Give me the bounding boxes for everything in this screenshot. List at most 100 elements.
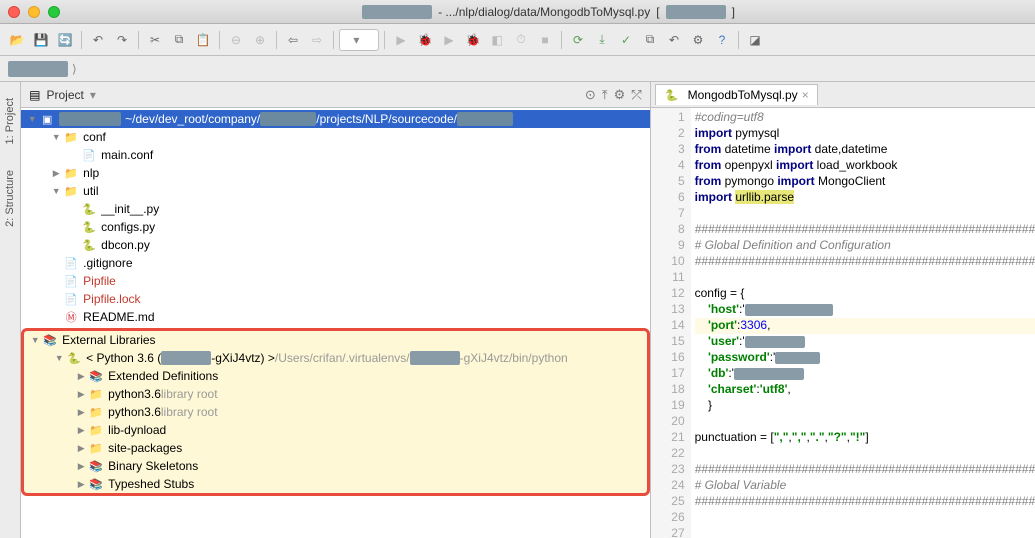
tree-binary-skeletons[interactable]: ▶ 📚 Binary Skeletons — [24, 457, 646, 475]
panel-settings-button[interactable]: ⚙ — [614, 87, 626, 103]
stop-button[interactable]: ■ — [534, 29, 556, 51]
chevron-right-icon[interactable]: ▶ — [74, 407, 88, 418]
redo-button[interactable]: ↷ — [111, 29, 133, 51]
project-icon: ▤ — [29, 88, 40, 102]
chevron-down-icon[interactable]: ▼ — [25, 114, 39, 124]
scroll-to-source-button[interactable]: ⊙ — [585, 87, 596, 103]
title-path: - .../nlp/dialog/data/MongodbToMysql.py — [438, 5, 650, 19]
tree-extended-definitions[interactable]: ▶ 📚 Extended Definitions — [24, 367, 646, 385]
project-panel: ▤ Project ▾ ⊙ ⤒ ⚙ ⤱ ▼ ▣ ~/dev/dev_root/c… — [21, 82, 650, 538]
chevron-down-icon[interactable]: ▼ — [49, 186, 63, 196]
breadcrumb-chevron-icon: ⟩ — [72, 62, 77, 76]
chevron-right-icon[interactable]: ▶ — [49, 168, 63, 179]
tree-init-py[interactable]: 🐍 __init__.py — [21, 200, 649, 218]
code-editor[interactable]: 1234567891011121314151617181920212223242… — [651, 108, 1035, 538]
file-tabs: 🐍 MongodbToMysql.py × — [651, 82, 1035, 108]
main-area: 1: Project 2: Structure ▤ Project ▾ ⊙ ⤒ … — [0, 82, 1035, 538]
paste-button[interactable]: 📋 — [192, 29, 214, 51]
help-button[interactable]: ? — [711, 29, 733, 51]
tree-nlp-folder[interactable]: ▶ 📁 nlp — [21, 164, 649, 182]
vcs-update-button[interactable]: ⤓ — [591, 29, 613, 51]
settings-button[interactable]: ⚙ — [687, 29, 709, 51]
library-icon: 📚 — [88, 460, 104, 473]
tree-lib-dynload[interactable]: ▶ 📁 lib-dynload — [24, 421, 646, 439]
vcs-commit-button[interactable]: ✓ — [615, 29, 637, 51]
redacted-title-part — [362, 5, 432, 19]
redacted-path-mid — [260, 112, 316, 126]
redacted-breadcrumb — [8, 61, 68, 77]
chevron-right-icon[interactable]: ▶ — [74, 461, 88, 472]
debug2-button[interactable]: 🐞 — [462, 29, 484, 51]
tab-project[interactable]: 1: Project — [2, 90, 18, 152]
minimize-window-button[interactable] — [28, 6, 40, 18]
left-tool-tabs: 1: Project 2: Structure — [0, 82, 21, 538]
project-tree[interactable]: ▼ ▣ ~/dev/dev_root/company/ /projects/NL… — [21, 108, 649, 538]
profile-button[interactable]: ⏱ — [510, 29, 532, 51]
tree-python36-lib2[interactable]: ▶ 📁 python3.6 library root — [24, 403, 646, 421]
file-icon: 📄 — [63, 293, 79, 306]
chevron-right-icon[interactable]: ▶ — [74, 389, 88, 400]
folder-icon: 📁 — [63, 131, 79, 144]
cut-button[interactable]: ✂ — [144, 29, 166, 51]
vcs-history-button[interactable]: ⧉ — [639, 29, 661, 51]
open-button[interactable]: 📂 — [6, 29, 28, 51]
copy-button[interactable]: ⧉ — [168, 29, 190, 51]
root-path-prefix: ~/dev/dev_root/company/ — [125, 112, 260, 126]
tab-structure[interactable]: 2: Structure — [2, 162, 18, 235]
forward-button[interactable]: ⇨ — [306, 29, 328, 51]
file-icon: 📄 — [63, 275, 79, 288]
back-button[interactable]: ⇦ — [282, 29, 304, 51]
vcs-button[interactable]: ⟳ — [567, 29, 589, 51]
zoom-out-button[interactable]: ⊖ — [225, 29, 247, 51]
vcs-revert-button[interactable]: ↶ — [663, 29, 685, 51]
close-tab-button[interactable]: × — [802, 88, 809, 102]
collapse-all-button[interactable]: ⤒ — [602, 87, 608, 103]
chevron-right-icon[interactable]: ▶ — [74, 479, 88, 490]
chevron-right-icon[interactable]: ▶ — [74, 443, 88, 454]
tree-configs-py[interactable]: 🐍 configs.py — [21, 218, 649, 236]
tree-python36[interactable]: ▼ 🐍 < Python 3.6 ( -gXiJ4vtz) > /Users/c… — [24, 349, 646, 367]
tree-conf-folder[interactable]: ▼ 📁 conf — [21, 128, 649, 146]
run-config-dropdown[interactable]: ▾ — [339, 29, 379, 51]
close-window-button[interactable] — [8, 6, 20, 18]
scientific-mode-button[interactable]: ◪ — [744, 29, 766, 51]
tree-gitignore[interactable]: 📄 .gitignore — [21, 254, 649, 272]
tree-external-libraries[interactable]: ▼ 📚 External Libraries — [24, 331, 646, 349]
breadcrumb-bar: ⟩ — [0, 56, 1035, 82]
line-gutter: 1234567891011121314151617181920212223242… — [651, 108, 691, 538]
file-tab-mongodb[interactable]: 🐍 MongodbToMysql.py × — [655, 84, 818, 105]
tree-readme[interactable]: Ⓜ README.md — [21, 308, 649, 326]
tree-dbcon-py[interactable]: 🐍 dbcon.py — [21, 236, 649, 254]
redacted-title-suffix — [666, 5, 726, 19]
save-button[interactable]: 💾 — [30, 29, 52, 51]
chevron-down-icon[interactable]: ▼ — [52, 353, 66, 363]
hide-panel-button[interactable]: ⤱ — [631, 87, 641, 103]
run2-button[interactable]: ▶ — [438, 29, 460, 51]
project-panel-header: ▤ Project ▾ ⊙ ⤒ ⚙ ⤱ — [21, 82, 649, 108]
chevron-down-icon[interactable]: ▼ — [49, 132, 63, 142]
tree-pipfile[interactable]: 📄 Pipfile — [21, 272, 649, 290]
chevron-right-icon[interactable]: ▶ — [74, 371, 88, 382]
code-lines[interactable]: #coding=utf8import pymysqlfrom datetime … — [691, 108, 1035, 538]
chevron-down-icon[interactable]: ▼ — [28, 335, 42, 345]
tree-typeshed-stubs[interactable]: ▶ 📚 Typeshed Stubs — [24, 475, 646, 493]
markdown-file-icon: Ⓜ — [63, 309, 79, 325]
tree-python36-lib1[interactable]: ▶ 📁 python3.6 library root — [24, 385, 646, 403]
maximize-window-button[interactable] — [48, 6, 60, 18]
tree-root[interactable]: ▼ ▣ ~/dev/dev_root/company/ /projects/NL… — [21, 110, 649, 128]
folder-icon: 📁 — [88, 388, 104, 401]
tree-util-folder[interactable]: ▼ 📁 util — [21, 182, 649, 200]
zoom-in-button[interactable]: ⊕ — [249, 29, 271, 51]
run-button[interactable]: ▶ — [390, 29, 412, 51]
tree-pipfile-lock[interactable]: 📄 Pipfile.lock — [21, 290, 649, 308]
tree-main-conf[interactable]: 📄 main.conf — [21, 146, 649, 164]
chevron-right-icon[interactable]: ▶ — [74, 425, 88, 436]
sync-button[interactable]: 🔄 — [54, 29, 76, 51]
tree-site-packages[interactable]: ▶ 📁 site-packages — [24, 439, 646, 457]
redacted-venv-name — [161, 351, 211, 365]
undo-button[interactable]: ↶ — [87, 29, 109, 51]
coverage-button[interactable]: ◧ — [486, 29, 508, 51]
debug-button[interactable]: 🐞 — [414, 29, 436, 51]
folder-icon: 📁 — [88, 406, 104, 419]
root-path-mid: /projects/NLP/sourcecode/ — [316, 112, 457, 126]
